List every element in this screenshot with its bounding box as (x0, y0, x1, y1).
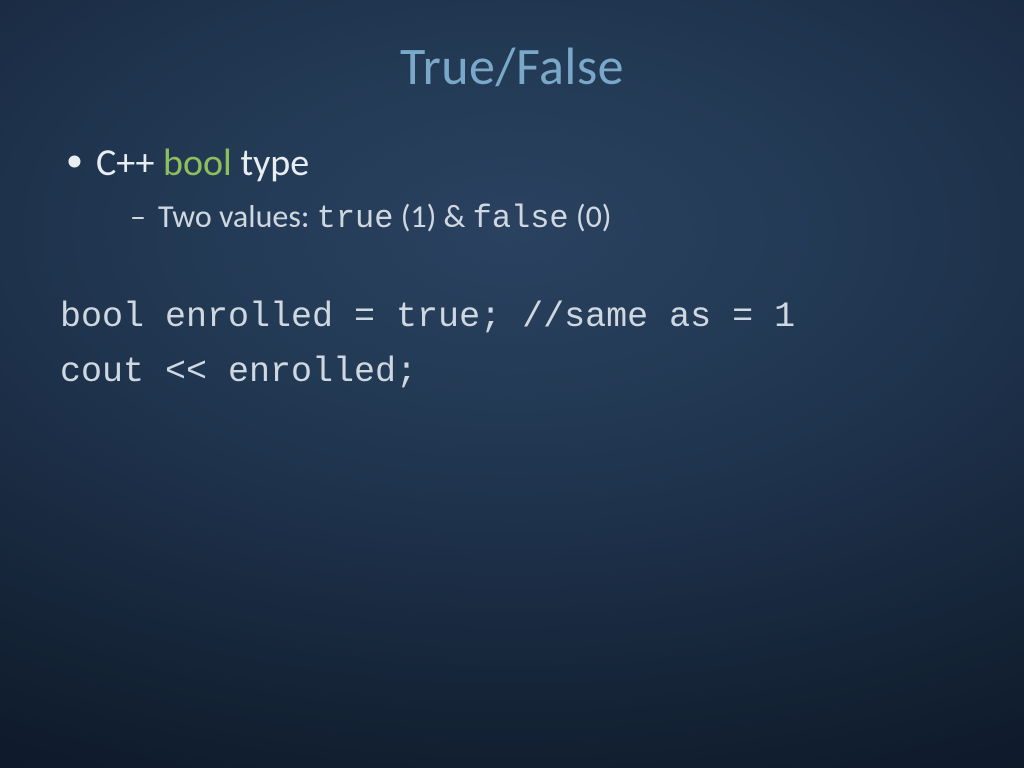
text-post: type (232, 140, 309, 186)
code-line-2: cout << enrolled; (60, 352, 417, 392)
keyword-bool: bool (163, 140, 232, 186)
text-pre: C++ (96, 140, 163, 186)
sub-text-pre: Two values: (158, 197, 317, 236)
bullet-list: C++ bool type Two values: true (1) & fal… (60, 138, 964, 240)
bullet-item-1: C++ bool type Two values: true (1) & fal… (60, 138, 964, 240)
slide: True/False C++ bool type Two values: tru… (0, 0, 1024, 768)
slide-title: True/False (0, 0, 1024, 98)
code-block: bool enrolled = true; //same as = 1 cout… (0, 240, 1024, 399)
mono-false: false (473, 200, 569, 237)
sub-bullet-item-1: Two values: true (1) & false (0) (130, 195, 964, 240)
sub-bullet-list: Two values: true (1) & false (0) (96, 195, 964, 240)
sub-text-mid2: (0) (569, 197, 612, 236)
sub-text-mid1: (1) & (393, 197, 472, 236)
mono-true: true (317, 200, 394, 237)
slide-content: C++ bool type Two values: true (1) & fal… (0, 98, 1024, 240)
code-line-1: bool enrolled = true; //same as = 1 (60, 297, 795, 337)
